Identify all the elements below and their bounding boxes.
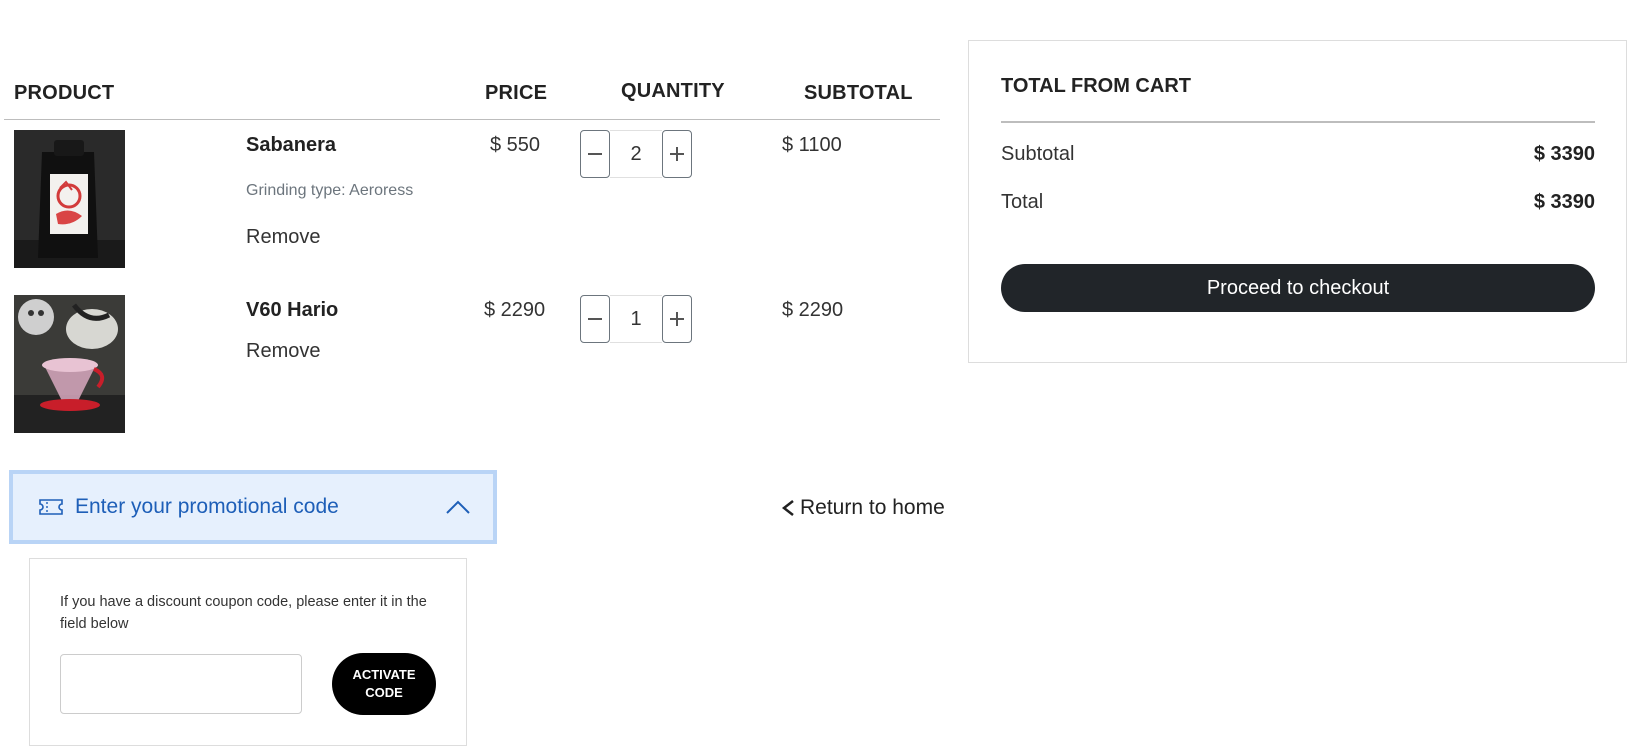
product-name[interactable]: V60 Hario	[246, 299, 338, 322]
header-price: PRICE	[485, 82, 548, 104]
quantity-stepper: 1	[580, 295, 692, 343]
promo-toggle-label: Enter your promotional code	[75, 495, 339, 518]
summary-subtotal-row: Subtotal $ 3390	[1001, 143, 1595, 166]
summary-subtotal-value: $ 3390	[1533, 143, 1595, 165]
cart-row: Sabanera Grinding type: Aeroress Remove …	[4, 120, 940, 285]
cart-table: PRODUCT PRICE QUANTITY SUBTOTAL Sabanera…	[4, 70, 940, 450]
minus-icon	[588, 318, 602, 320]
chevron-left-icon	[781, 500, 794, 516]
increase-quantity-button[interactable]	[662, 130, 692, 178]
plus-icon	[670, 312, 684, 326]
cart-row: V60 Hario Remove $ 2290 1 $ 2290	[4, 285, 940, 450]
summary-total-row: Total $ 3390	[1001, 191, 1595, 214]
header-subtotal: SUBTOTAL	[804, 82, 913, 104]
activate-code-button[interactable]: ACTIVATE CODE	[332, 653, 436, 715]
summary-subtotal-label: Subtotal	[1001, 143, 1075, 165]
ticket-icon	[39, 499, 63, 515]
promo-code-input[interactable]	[60, 654, 302, 714]
increase-quantity-button[interactable]	[662, 295, 692, 343]
quantity-stepper: 2	[580, 130, 692, 178]
proceed-to-checkout-button[interactable]: Proceed to checkout	[1001, 264, 1595, 312]
plus-icon	[670, 147, 684, 161]
cart-table-header: PRODUCT PRICE QUANTITY SUBTOTAL	[4, 70, 940, 120]
header-product: PRODUCT	[14, 82, 115, 104]
return-to-home-link[interactable]: Return to home	[780, 496, 945, 520]
minus-icon	[588, 153, 602, 155]
summary-total-value: $ 3390	[1533, 191, 1595, 213]
decrease-quantity-button[interactable]	[580, 130, 610, 178]
promo-code-toggle[interactable]: Enter your promotional code	[9, 470, 497, 544]
promo-code-panel: If you have a discount coupon code, plea…	[29, 558, 467, 746]
remove-link[interactable]: Remove	[246, 226, 320, 249]
product-price: $ 550	[490, 134, 541, 156]
promo-description: If you have a discount coupon code, plea…	[60, 594, 427, 632]
cart-summary: TOTAL FROM CART Subtotal $ 3390 Total $ …	[968, 40, 1627, 363]
product-name[interactable]: Sabanera	[246, 134, 336, 157]
product-image-sabanera[interactable]	[14, 130, 125, 268]
summary-divider	[1001, 121, 1595, 123]
summary-total-label: Total	[1001, 191, 1044, 213]
summary-title: TOTAL FROM CART	[1001, 75, 1191, 97]
product-grinding-type: Grinding type: Aeroress	[246, 182, 414, 199]
decrease-quantity-button[interactable]	[580, 295, 610, 343]
product-price: $ 2290	[484, 299, 546, 321]
quantity-value[interactable]: 2	[610, 130, 662, 178]
return-label: Return to home	[800, 496, 945, 519]
product-image-v60-hario[interactable]	[14, 295, 125, 433]
quantity-value[interactable]: 1	[610, 295, 662, 343]
product-subtotal: $ 1100	[782, 134, 842, 156]
product-subtotal: $ 2290	[782, 299, 844, 321]
remove-link[interactable]: Remove	[246, 340, 320, 363]
chevron-up-icon	[446, 500, 470, 514]
